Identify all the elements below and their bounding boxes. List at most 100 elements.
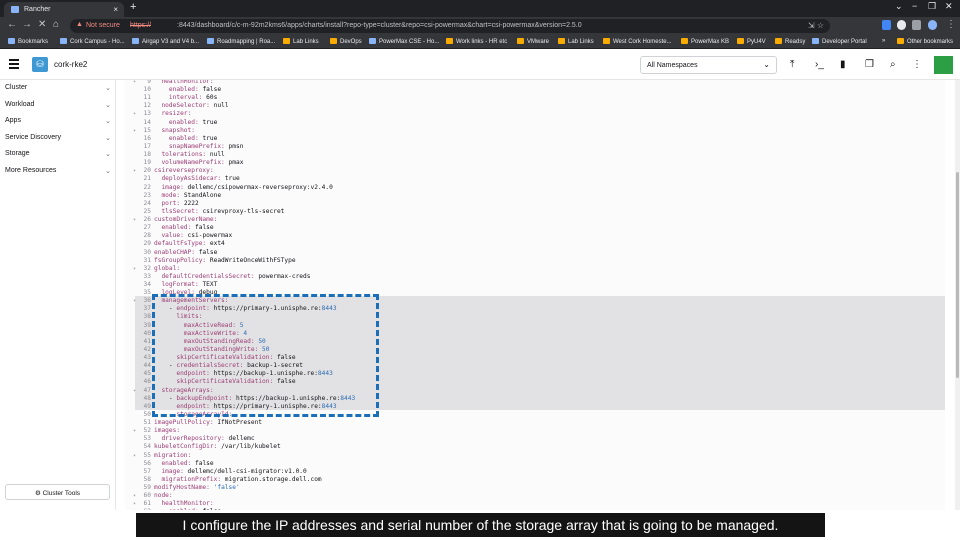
- code-text: enabled: false: [154, 86, 221, 94]
- restore-window-icon[interactable]: ❐: [928, 1, 936, 12]
- yaml-key: global:: [154, 264, 181, 272]
- more-options-icon[interactable]: ⋮: [912, 59, 922, 70]
- line-number: 33: [143, 272, 151, 280]
- profile-avatar[interactable]: [928, 20, 937, 30]
- bookmark-item[interactable]: PowerMax CSE - Ho...: [369, 38, 439, 45]
- cluster-tools-button[interactable]: ⚙ Cluster Tools: [5, 484, 110, 500]
- sidebar-item-service-discovery[interactable]: Service Discovery ⌄: [5, 134, 111, 142]
- bookmark-star-icon[interactable]: ⇲ ☆: [808, 21, 824, 30]
- copy-kubeconfig-icon[interactable]: ❐: [865, 59, 874, 70]
- close-window-icon[interactable]: ✕: [945, 1, 953, 12]
- close-tab-icon[interactable]: ×: [113, 5, 118, 14]
- bookmark-item[interactable]: Roadmapping | Roa...: [207, 38, 275, 45]
- line-number: 48: [143, 394, 151, 402]
- yaml-key: enabled:: [161, 459, 192, 467]
- folder-icon: [283, 38, 290, 44]
- code-text: defaultFsType: ext4: [154, 240, 225, 248]
- namespace-select[interactable]: All Namespaces ⌄: [640, 56, 777, 74]
- code-text: port: 2222: [154, 200, 198, 208]
- bookmark-item[interactable]: West Cork Homeste...: [603, 38, 672, 45]
- fold-toggle-icon[interactable]: ▾: [133, 500, 136, 508]
- folder-icon: [681, 38, 688, 44]
- fold-toggle-icon[interactable]: ▾: [133, 167, 136, 175]
- fold-toggle-icon[interactable]: ▾: [133, 387, 136, 395]
- reload-icon[interactable]: ✕: [38, 19, 46, 30]
- extension-icon[interactable]: [882, 20, 891, 30]
- security-status[interactable]: Not secure: [86, 22, 120, 29]
- fold-toggle-icon[interactable]: ▾: [133, 110, 136, 118]
- import-yaml-icon[interactable]: ⤒: [790, 59, 794, 70]
- new-tab-icon[interactable]: +: [130, 1, 136, 13]
- bookmark-item[interactable]: DevOps: [330, 38, 362, 45]
- fold-toggle-icon[interactable]: ▾: [133, 127, 136, 135]
- code-text: snapNamePrefix: pmsn: [154, 143, 244, 151]
- yaml-key: csireverseproxy:: [154, 167, 214, 175]
- search-icon[interactable]: ⌕: [890, 59, 896, 70]
- bookmark-item[interactable]: PyU4V: [737, 38, 766, 45]
- line-number: 16: [143, 134, 151, 142]
- sidebar-item-apps[interactable]: Apps ⌄: [5, 117, 111, 125]
- fold-toggle-icon[interactable]: ▾: [133, 297, 136, 305]
- line-number: 31: [143, 256, 151, 264]
- kubectl-shell-icon[interactable]: ›_: [815, 59, 824, 70]
- fold-toggle-icon[interactable]: ▾: [133, 452, 136, 460]
- bookmark-item[interactable]: Readsy: [775, 38, 805, 45]
- other-bookmarks[interactable]: Other bookmarks: [897, 38, 953, 45]
- bookmark-item[interactable]: Developer Portal: [812, 38, 867, 45]
- forward-icon[interactable]: →: [22, 19, 32, 30]
- sidebar-item-storage[interactable]: Storage ⌄: [5, 150, 111, 158]
- line-number: 54: [143, 443, 151, 451]
- browser-menu-icon[interactable]: ⋮: [946, 19, 956, 30]
- gear-icon: ⚙: [34, 490, 41, 497]
- bookmark-item[interactable]: PowerMax KB: [681, 38, 729, 45]
- back-icon[interactable]: ←: [7, 19, 17, 30]
- download-kubeconfig-icon[interactable]: ▮: [840, 59, 846, 70]
- line-number: 26: [143, 216, 151, 224]
- code-text: volumeNamePrefix: pmax: [154, 159, 243, 167]
- address-bar[interactable]: ▲ Not secure https:// :8443/dashboard/c/…: [70, 19, 830, 33]
- line-number: 35: [143, 289, 151, 297]
- warning-icon[interactable]: ▲: [76, 21, 83, 28]
- code-text: interval: 60s: [154, 94, 217, 102]
- code-text: enabled: true: [154, 135, 217, 143]
- bookmark-item[interactable]: VMware: [517, 38, 549, 45]
- yaml-key: migrationPrefix:: [161, 475, 222, 483]
- browser-tab[interactable]: Rancher ×: [4, 2, 124, 17]
- chevron-down-icon: ⌄: [105, 85, 111, 92]
- line-number: 49: [143, 402, 151, 410]
- yaml-key: image:: [161, 183, 184, 191]
- bookmark-item[interactable]: Bookmarks: [8, 38, 48, 45]
- extension-icon[interactable]: [897, 20, 906, 30]
- bookmark-item[interactable]: Lab Links: [283, 38, 319, 45]
- puzzle-extensions-icon[interactable]: [912, 20, 921, 30]
- tab-search-icon[interactable]: ⌄: [895, 1, 903, 12]
- minimize-window-icon[interactable]: −: [912, 1, 917, 11]
- sidebar-item-cluster[interactable]: Cluster ⌄: [5, 84, 111, 92]
- yaml-key: value:: [161, 232, 184, 240]
- hamburger-menu-icon[interactable]: [9, 59, 19, 69]
- user-avatar[interactable]: [934, 56, 953, 74]
- line-number: 61: [143, 500, 151, 508]
- fold-toggle-icon[interactable]: ▾: [133, 492, 136, 500]
- yaml-value: powermax-creds: [254, 272, 311, 280]
- home-icon[interactable]: ⌂: [53, 19, 59, 30]
- fold-toggle-icon[interactable]: ▾: [133, 80, 136, 86]
- rancher-header: ⛁ cork-rke2 All Namespaces ⌄ ⤒ ›_ ▮ ❐ ⌕ …: [0, 50, 960, 80]
- bookmark-item[interactable]: Lab Links: [558, 38, 594, 45]
- sidebar-item-label: Service Discovery: [5, 134, 62, 141]
- yaml-key: enabled:: [168, 134, 199, 142]
- line-number: 28: [143, 232, 151, 240]
- fold-toggle-icon[interactable]: ▾: [133, 427, 136, 435]
- yaml-key: nodeSelector:: [161, 102, 210, 110]
- bookmark-item[interactable]: Cork Campus - Ho...: [60, 38, 125, 45]
- bookmark-item[interactable]: Work links - HR etc: [446, 38, 507, 45]
- sidebar-item-workload[interactable]: Workload ⌄: [5, 101, 111, 109]
- more-bookmarks-icon[interactable]: »: [882, 38, 885, 44]
- fold-toggle-icon[interactable]: ▾: [133, 265, 136, 273]
- bookmark-item[interactable]: Airgap V3 and V4 b...: [132, 38, 199, 45]
- sidebar-item-more-resources[interactable]: More Resources ⌄: [5, 167, 111, 175]
- page-scrollbar-thumb[interactable]: [956, 172, 959, 378]
- yaml-value: dellemc/csipowermax-reverseproxy:v2.4.0: [183, 183, 333, 191]
- line-number: 60: [143, 492, 151, 500]
- fold-toggle-icon[interactable]: ▾: [133, 216, 136, 224]
